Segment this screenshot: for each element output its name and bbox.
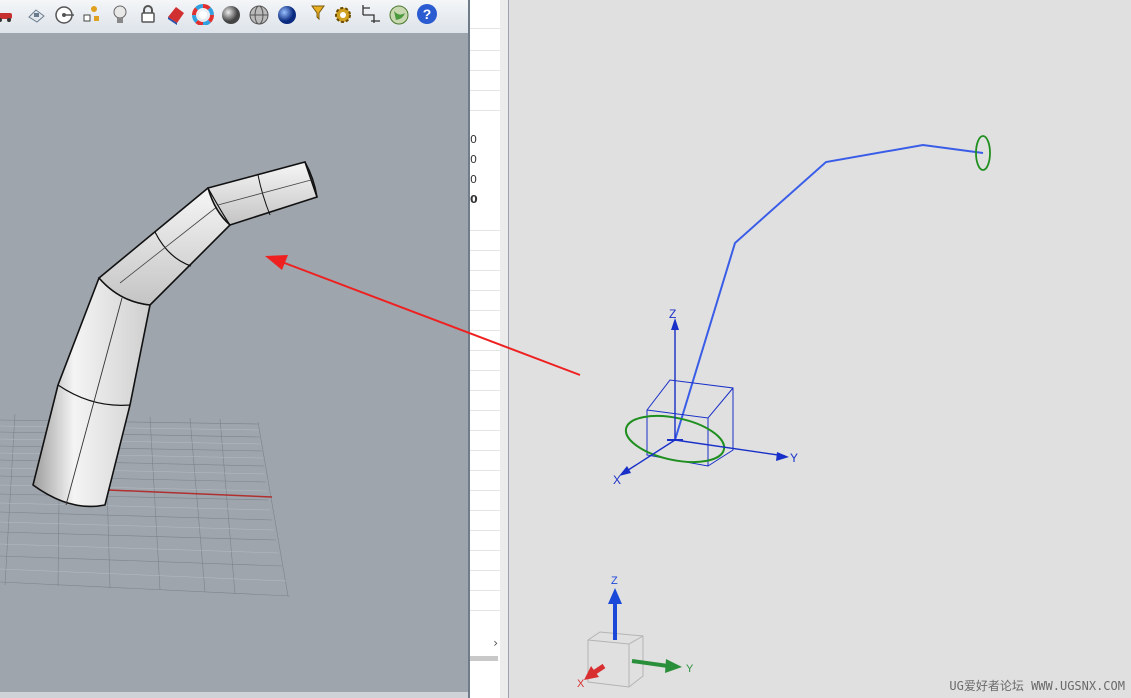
x-axis-line [107,489,273,498]
nx-graphics-window[interactable]: Z Y X Z Y X UG爱好者论坛 WWW.UGSNX.COM [509,0,1131,698]
panel-value: 0 [470,133,477,146]
panel-gap [500,0,508,698]
forum-watermark: UG爱好者论坛 WWW.UGSNX.COM [949,679,1125,693]
filter-icon[interactable] [310,3,332,25]
settings-gear-icon[interactable] [332,3,354,25]
panel-value: 0 [470,173,477,186]
viewport-bottom-strip [0,692,468,698]
blue-sphere-icon[interactable] [276,3,298,25]
svg-text:?: ? [423,6,432,22]
wireframe-sphere-icon[interactable] [248,3,270,25]
side-properties-panel: 0 0 0 0 › [470,0,500,698]
triad-y-label: Y [790,451,798,465]
help-icon[interactable]: ? [416,3,438,25]
triad-x-label: X [613,473,621,487]
material-icon[interactable] [165,3,187,25]
view-triad-y-label: Y [686,663,694,675]
scroll-right-button[interactable]: › [470,636,498,654]
panel-value: 0 [470,153,477,166]
sweep-guide-curve[interactable] [674,143,984,441]
snap-points-icon[interactable] [81,3,103,25]
options-icon[interactable] [25,3,47,25]
triad-z-label: Z [669,307,676,321]
view-triad-x-label: X [577,678,585,690]
target-icon[interactable] [53,3,75,25]
color-wheel-icon[interactable] [192,3,214,26]
horizontal-scrollbar[interactable] [470,656,498,661]
shaded-sphere-icon[interactable] [220,3,242,25]
view-triad-z-label: Z [611,575,618,587]
dimension-icon[interactable] [360,3,382,25]
perspective-viewport[interactable] [0,33,468,692]
view-triad[interactable]: Z Y X [577,575,694,690]
car-render-icon[interactable] [0,3,16,25]
light-bulb-icon[interactable] [109,3,131,25]
lock-icon[interactable] [137,3,159,25]
panel-value: 0 [470,193,478,206]
viewport-toolbar: ? [0,0,468,34]
swept-tube-model [0,161,319,597]
environment-globe-icon[interactable] [388,3,410,25]
